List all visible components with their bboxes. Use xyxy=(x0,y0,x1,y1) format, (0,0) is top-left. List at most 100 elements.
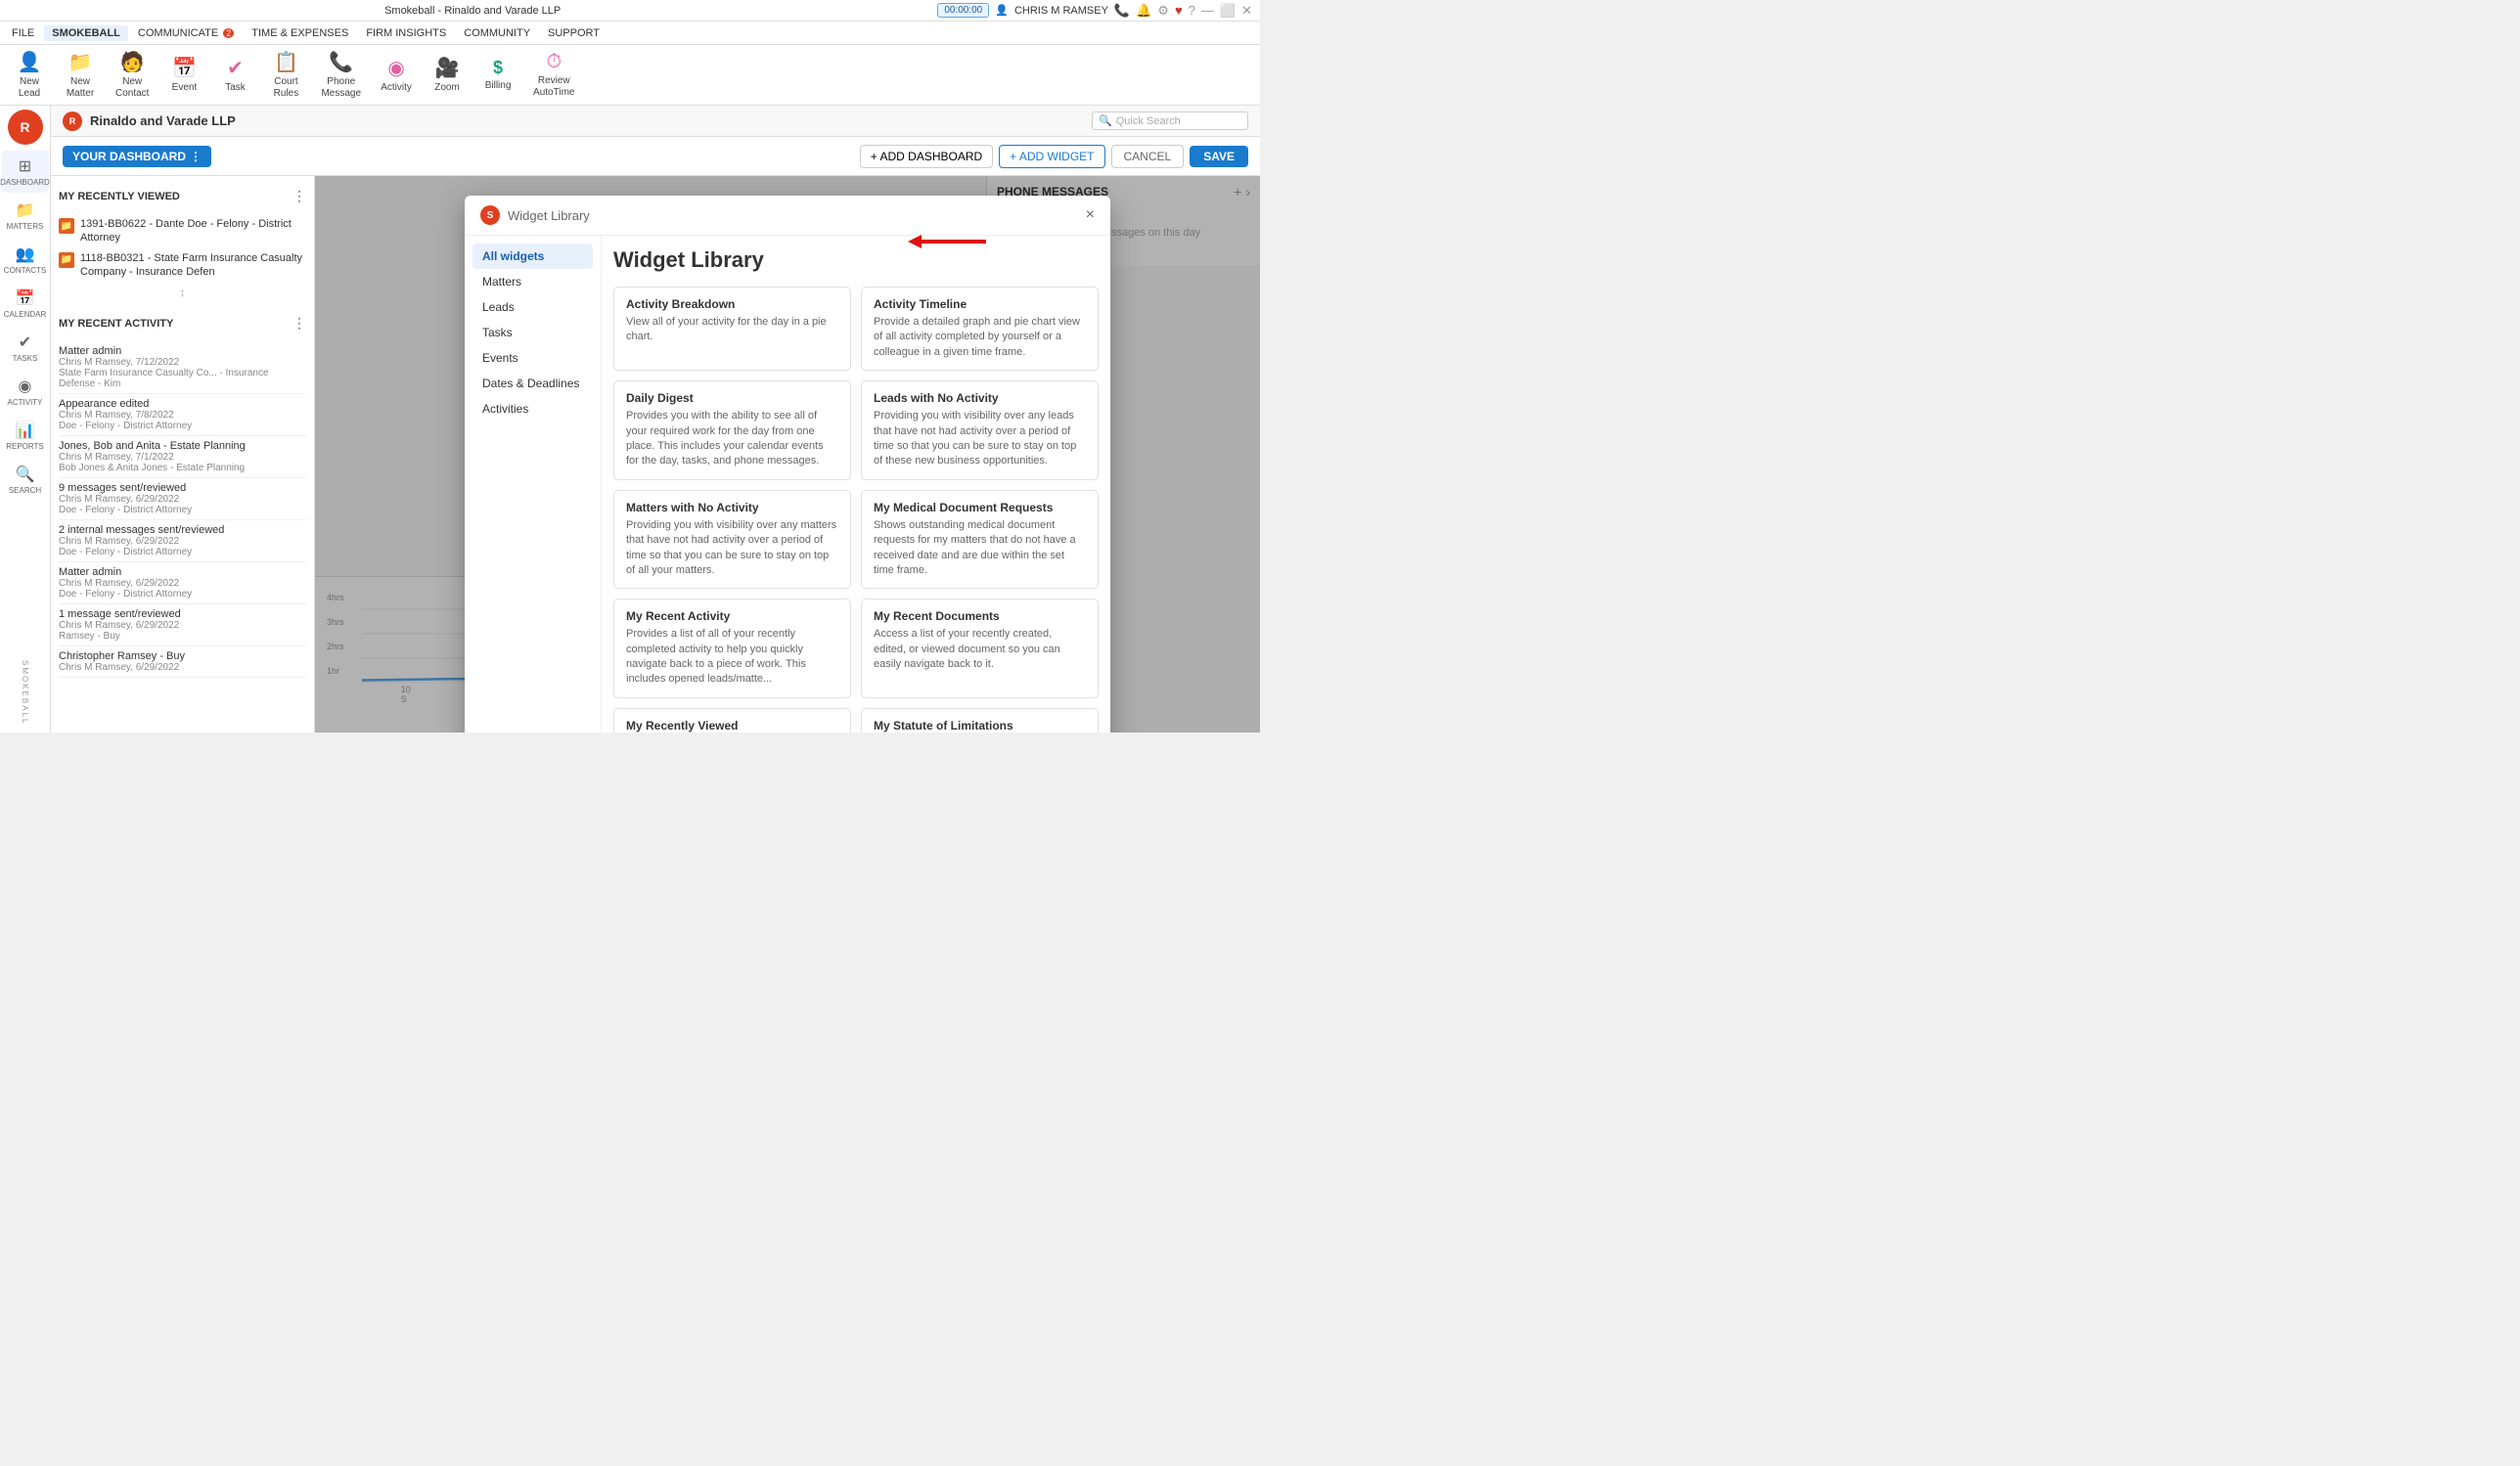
ribbon-zoom[interactable]: 🎥 Zoom xyxy=(426,54,469,96)
list-item[interactable]: Jones, Bob and Anita - Estate Planning C… xyxy=(59,436,306,478)
ribbon-event-label: Event xyxy=(172,82,198,94)
list-item[interactable]: Matter admin Chris M Ramsey, 7/12/2022 S… xyxy=(59,341,306,394)
modal-body: All widgets Matters Leads Tasks Events D… xyxy=(465,236,1110,733)
ribbon-phone-message[interactable]: 📞 PhoneMessage xyxy=(315,48,367,102)
modal-overlay: S Widget Library × All widgets Matters xyxy=(315,176,1260,733)
tasks-icon: ✔ xyxy=(19,333,31,352)
add-widget-button[interactable]: + ADD WIDGET xyxy=(999,145,1104,168)
billing-icon: $ xyxy=(493,58,503,78)
recently-viewed-more-icon[interactable]: ⋮ xyxy=(292,188,306,204)
ribbon-task[interactable]: ✔ Task xyxy=(213,54,256,96)
matter-icon: 📁 xyxy=(59,218,74,234)
modal-sidebar-leads[interactable]: Leads xyxy=(472,294,593,320)
minimize-icon[interactable]: — xyxy=(1201,3,1214,18)
modal-close-button[interactable]: × xyxy=(1086,207,1095,223)
widget-card-recently-viewed[interactable]: My Recently Viewed Provides you with qui… xyxy=(613,708,851,733)
user-label[interactable]: CHRIS M RAMSEY xyxy=(1014,5,1108,17)
modal-content: Widget Library Activity Breakdown View a… xyxy=(602,236,1110,733)
activity-nav-icon: ◉ xyxy=(19,377,32,396)
help-icon[interactable]: ? xyxy=(1189,3,1195,18)
list-item[interactable]: 1 message sent/reviewed Chris M Ramsey, … xyxy=(59,604,306,646)
list-item[interactable]: 📁 1391-BB0622 - Dante Doe - Felony - Dis… xyxy=(59,214,306,248)
sidebar-item-tasks[interactable]: ✔ TASKS xyxy=(2,327,49,369)
sidebar-item-calendar[interactable]: 📅 CALENDAR xyxy=(2,283,49,325)
bell-icon[interactable]: 🔔 xyxy=(1136,3,1151,19)
modal-header: S Widget Library × xyxy=(465,196,1110,236)
list-item[interactable]: Appearance edited Chris M Ramsey, 7/8/20… xyxy=(59,394,306,436)
red-arrow-annotation xyxy=(908,227,1006,256)
add-dashboard-button[interactable]: + ADD DASHBOARD xyxy=(860,145,993,168)
sidebar-item-matters[interactable]: 📁 MATTERS xyxy=(2,195,49,237)
sidebar-item-search[interactable]: 🔍 SEARCH xyxy=(2,459,49,501)
gear-icon[interactable]: ⚙ xyxy=(1157,3,1169,19)
menu-communicate[interactable]: COMMUNICATE 2 xyxy=(130,25,242,41)
widget-card-title: Activity Breakdown xyxy=(626,297,838,311)
list-item[interactable]: Christopher Ramsey - Buy Chris M Ramsey,… xyxy=(59,646,306,678)
ribbon-event[interactable]: 📅 Event xyxy=(162,54,205,96)
right-panel: PHONE MESSAGES + › No phone messages on … xyxy=(315,176,1260,733)
widget-grid: Activity Breakdown View all of your acti… xyxy=(613,287,1099,733)
menu-firm-insights[interactable]: FIRM INSIGHTS xyxy=(358,25,454,41)
widget-card-recent-activity[interactable]: My Recent Activity Provides a list of al… xyxy=(613,599,851,698)
menu-smokeball[interactable]: SMOKEBALL xyxy=(44,25,128,41)
modal-sidebar-events[interactable]: Events xyxy=(472,345,593,371)
widget-card-matters-no-activity[interactable]: Matters with No Activity Providing you w… xyxy=(613,490,851,590)
recently-viewed-item-2: 1118-BB0321 - State Farm Insurance Casua… xyxy=(80,251,306,280)
list-item[interactable]: 📁 1118-BB0321 - State Farm Insurance Cas… xyxy=(59,248,306,283)
ribbon-billing[interactable]: $ Billing xyxy=(476,56,519,94)
ribbon-new-matter[interactable]: 📁 NewMatter xyxy=(59,48,102,102)
ribbon-review-autotime[interactable]: ⏱ ReviewAutoTime xyxy=(527,49,580,101)
close-icon[interactable]: ✕ xyxy=(1241,3,1252,19)
maximize-icon[interactable]: ⬜ xyxy=(1220,3,1236,19)
widget-card-activity-timeline[interactable]: Activity Timeline Provide a detailed gra… xyxy=(861,287,1099,371)
your-dashboard-button[interactable]: YOUR DASHBOARD ⋮ xyxy=(63,146,211,167)
widget-card-medical-doc-requests[interactable]: My Medical Document Requests Shows outst… xyxy=(861,490,1099,590)
ribbon-new-lead[interactable]: 👤 NewLead xyxy=(8,48,51,102)
heart-icon[interactable]: ♥ xyxy=(1175,3,1183,18)
menu-file[interactable]: FILE xyxy=(4,25,42,41)
timer-badge[interactable]: 00:00:00 xyxy=(937,3,989,18)
modal-sidebar-tasks[interactable]: Tasks xyxy=(472,320,593,345)
widget-card-statute-of-limitations[interactable]: My Statute of Limitations Shows my matte… xyxy=(861,708,1099,733)
list-item[interactable]: 2 internal messages sent/reviewed Chris … xyxy=(59,520,306,562)
menu-support[interactable]: SUPPORT xyxy=(540,25,608,41)
search-box[interactable]: 🔍 Quick Search xyxy=(1092,111,1248,130)
sidebar-item-reports[interactable]: 📊 REPORTS xyxy=(2,415,49,457)
menu-time-expenses[interactable]: TIME & EXPENSES xyxy=(244,25,356,41)
user-icon: 👤 xyxy=(995,4,1009,17)
phone-icon: 📞 xyxy=(1114,3,1130,19)
court-rules-icon: 📋 xyxy=(274,50,298,74)
sub-header: R Rinaldo and Varade LLP 🔍 Quick Search xyxy=(51,106,1260,137)
list-item[interactable]: 9 messages sent/reviewed Chris M Ramsey,… xyxy=(59,478,306,520)
modal-sidebar-dates-deadlines[interactable]: Dates & Deadlines xyxy=(472,371,593,396)
add-widget-label: + ADD WIDGET xyxy=(1010,150,1094,163)
modal-sidebar-matters[interactable]: Matters xyxy=(472,269,593,294)
save-button[interactable]: SAVE xyxy=(1190,146,1248,167)
matter-icon-2: 📁 xyxy=(59,252,74,268)
widget-card-desc: View all of your activity for the day in… xyxy=(626,315,838,345)
ribbon-activity[interactable]: ◉ Activity xyxy=(375,54,418,96)
modal-logo: S xyxy=(480,205,500,225)
widget-card-title: Matters with No Activity xyxy=(626,501,838,514)
cancel-button[interactable]: CANCEL xyxy=(1111,145,1185,168)
menu-community[interactable]: COMMUNITY xyxy=(456,25,538,41)
modal-sidebar-activities[interactable]: Activities xyxy=(472,396,593,422)
widget-card-recent-documents[interactable]: My Recent Documents Access a list of you… xyxy=(861,599,1099,698)
widget-card-desc: Access a list of your recently created, … xyxy=(874,627,1086,672)
widget-card-daily-digest[interactable]: Daily Digest Provides you with the abili… xyxy=(613,380,851,480)
ribbon-new-contact-label: NewContact xyxy=(115,76,149,100)
sidebar-item-activity[interactable]: ◉ ACTIVITY xyxy=(2,371,49,413)
modal-sidebar-all-widgets[interactable]: All widgets xyxy=(472,244,593,269)
sidebar-item-dashboard[interactable]: ⊞ DASHBOARD xyxy=(2,151,49,193)
search-icon: 🔍 xyxy=(16,465,35,484)
ribbon-court-rules[interactable]: 📋 CourtRules xyxy=(264,48,307,102)
sidebar-item-contacts[interactable]: 👥 CONTACTS xyxy=(2,239,49,281)
widget-card-activity-breakdown[interactable]: Activity Breakdown View all of your acti… xyxy=(613,287,851,371)
widget-card-leads-no-activity[interactable]: Leads with No Activity Providing you wit… xyxy=(861,380,1099,480)
recent-activity-more-icon[interactable]: ⋮ xyxy=(292,315,306,332)
arrow-svg xyxy=(908,227,1006,256)
list-item[interactable]: Matter admin Chris M Ramsey, 6/29/2022 D… xyxy=(59,562,306,604)
recently-viewed-section: MY RECENTLY VIEWED ⋮ 📁 1391-BB0622 - Dan… xyxy=(59,184,306,299)
scroll-down-icon[interactable]: ↕ xyxy=(59,286,306,299)
ribbon-new-contact[interactable]: 🧑 NewContact xyxy=(110,48,155,102)
